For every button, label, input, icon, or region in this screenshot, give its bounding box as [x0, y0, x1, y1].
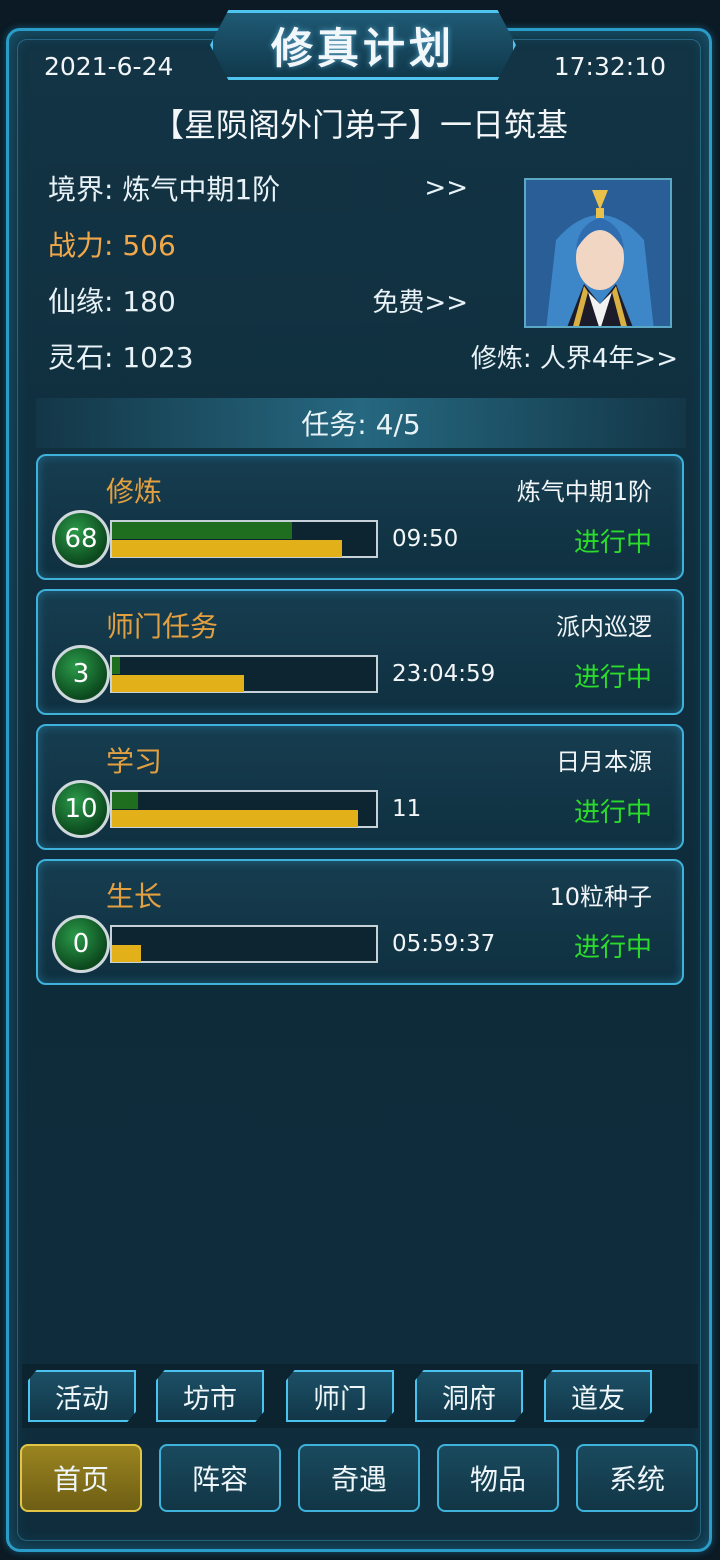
- task-timer: 05:59:37: [392, 931, 496, 957]
- level-badge: 0: [52, 915, 110, 973]
- realm-row[interactable]: 境界: 炼气中期1阶 >>: [48, 164, 480, 212]
- task-status: 进行中: [573, 663, 652, 693]
- realm-arrow-link[interactable]: >>: [424, 173, 468, 203]
- secondary-nav: 活动 坊市 师门 洞府 道友: [22, 1364, 698, 1428]
- fortune-label: 仙缘: 180: [48, 285, 176, 318]
- task-timer: 09:50: [392, 526, 459, 552]
- level-badge: 3: [52, 645, 110, 703]
- task-progress-bar: [110, 520, 378, 558]
- character-portrait-icon: [526, 180, 670, 326]
- task-name: 生长: [106, 880, 163, 913]
- task-status: 进行中: [573, 933, 652, 963]
- level-progress-fill: [112, 657, 120, 674]
- task-name: 学习: [106, 745, 163, 778]
- activity-button[interactable]: 活动: [28, 1370, 136, 1422]
- task-detail: 派内巡逻: [556, 613, 652, 641]
- time-progress-fill: [112, 810, 358, 827]
- level-progress-fill: [112, 792, 139, 809]
- fortune-row[interactable]: 仙缘: 180 免费>>: [48, 276, 480, 324]
- task-status: 进行中: [573, 528, 652, 558]
- nav-lineup[interactable]: 阵容: [159, 1444, 281, 1512]
- sect-button[interactable]: 师门: [286, 1370, 394, 1422]
- spirit-stones-label: 灵石: 1023: [48, 341, 194, 374]
- task-card-grow[interactable]: 生长 10粒种子 0 05:59:37 进行中: [36, 859, 684, 985]
- fortune-free-link[interactable]: 免费>>: [372, 282, 468, 319]
- nav-items[interactable]: 物品: [437, 1444, 559, 1512]
- task-name: 修炼: [106, 475, 163, 508]
- cave-button[interactable]: 洞府: [415, 1370, 523, 1422]
- date-label: 2021-6-24: [44, 52, 174, 81]
- task-card-sect[interactable]: 师门任务 派内巡逻 3 23:04:59 进行中: [36, 589, 684, 715]
- friends-button[interactable]: 道友: [544, 1370, 652, 1422]
- task-status: 进行中: [573, 798, 652, 828]
- task-card-cultivate[interactable]: 修炼 炼气中期1阶 68 09:50 进行中: [36, 454, 684, 580]
- task-progress-bar: [110, 655, 378, 693]
- nav-home[interactable]: 首页: [20, 1444, 142, 1512]
- task-progress-bar: [110, 790, 378, 828]
- page-title: 修真计划: [210, 10, 516, 80]
- nav-encounters[interactable]: 奇遇: [298, 1444, 420, 1512]
- task-detail: 10粒种子: [549, 883, 652, 911]
- power-row: 战力: 506: [48, 220, 176, 268]
- task-card-study[interactable]: 学习 日月本源 10 11 进行中: [36, 724, 684, 850]
- task-progress-bar: [110, 925, 378, 963]
- level-badge: 10: [52, 780, 110, 838]
- market-button[interactable]: 坊市: [156, 1370, 264, 1422]
- time-progress-fill: [112, 945, 142, 962]
- cultivation-link[interactable]: 修炼: 人界4年>>: [471, 338, 678, 375]
- task-detail: 炼气中期1阶: [516, 478, 652, 506]
- level-progress-fill: [112, 522, 292, 539]
- player-title: 【星陨阁外门弟子】一日筑基: [151, 106, 568, 144]
- realm-label: 境界: 炼气中期1阶: [48, 173, 281, 206]
- power-label: 战力: 506: [48, 229, 176, 262]
- task-timer: 23:04:59: [392, 661, 496, 687]
- nav-system[interactable]: 系统: [576, 1444, 698, 1512]
- level-badge: 68: [52, 510, 110, 568]
- time-progress-fill: [112, 675, 244, 692]
- spirit-row: 灵石: 1023 修炼: 人界4年>>: [48, 332, 678, 380]
- clock-label: 17:32:10: [553, 52, 666, 81]
- time-progress-fill: [112, 540, 342, 557]
- avatar[interactable]: [524, 178, 672, 328]
- tasks-header: 任务: 4/5: [36, 398, 686, 448]
- task-name: 师门任务: [106, 610, 219, 643]
- task-timer: 11: [392, 796, 422, 822]
- task-detail: 日月本源: [556, 748, 652, 776]
